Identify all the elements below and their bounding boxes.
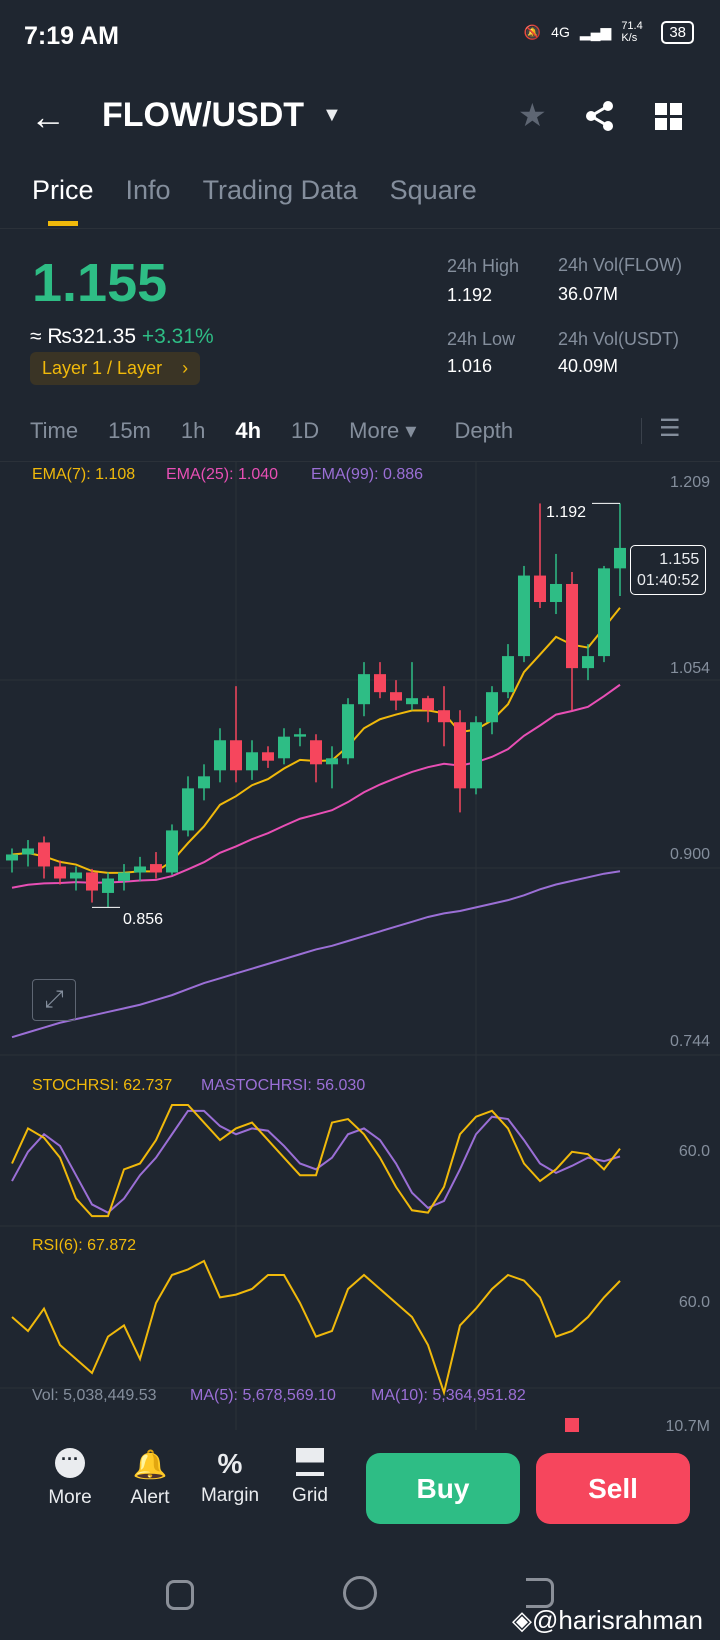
grid-bot-icon — [296, 1448, 324, 1476]
candle-body — [534, 575, 546, 603]
price-axis-label: 0.900 — [669, 846, 710, 863]
candle-body — [406, 698, 418, 705]
rsi-axis-label: 60.0 — [678, 1294, 710, 1311]
candle-body — [102, 878, 114, 893]
mastochrsi-line — [11, 1109, 621, 1214]
candle-body — [342, 704, 354, 759]
candle-body — [518, 575, 530, 657]
candle-body — [246, 752, 258, 771]
candle-body — [22, 848, 34, 855]
candle-body — [86, 872, 98, 891]
price-axis-label: 0.744 — [669, 1033, 710, 1050]
watermark: ◈@harisrahman — [512, 1605, 703, 1636]
candle-body — [134, 866, 146, 873]
candle-body — [486, 692, 498, 723]
watermark-text: @harisrahman — [532, 1605, 703, 1635]
fullscreen-icon[interactable]: ⤢ — [32, 979, 76, 1021]
rsi-line — [11, 1259, 621, 1397]
candle-body — [6, 854, 18, 861]
candle-body — [118, 872, 130, 881]
high-marker: 1.192 — [546, 504, 587, 521]
bell-icon: 🔔 — [132, 1449, 168, 1480]
volume-legend: Vol: 5,038,449.53 — [32, 1387, 157, 1404]
buy-button[interactable]: Buy — [366, 1453, 520, 1524]
margin-icon: % — [217, 1448, 243, 1479]
candle-body — [214, 740, 226, 771]
recent-apps-button[interactable] — [166, 1580, 194, 1610]
price-axis-label: 1.209 — [669, 474, 710, 491]
ema25-line — [11, 683, 621, 889]
ema7-legend: EMA(7): 1.108 — [32, 466, 136, 483]
back-button[interactable] — [526, 1578, 554, 1608]
candle-body — [70, 872, 82, 879]
candle-body — [326, 758, 338, 765]
stochrsi-line — [11, 1104, 621, 1218]
ema25-legend: EMA(25): 1.040 — [166, 466, 279, 483]
candle-body — [566, 583, 578, 669]
home-button[interactable] — [343, 1576, 377, 1610]
candle-body — [166, 830, 178, 873]
rsi-legend: RSI(6): 67.872 — [32, 1237, 137, 1254]
more-button[interactable]: ··· More — [35, 1448, 105, 1509]
ema99-legend: EMA(99): 0.886 — [311, 466, 424, 483]
candle-body — [150, 864, 162, 873]
margin-label: Margin — [200, 1485, 260, 1506]
candle-body — [198, 776, 210, 789]
candle-body — [278, 736, 290, 759]
candle-body — [502, 656, 514, 693]
more-dots-icon: ··· — [55, 1448, 85, 1478]
candle-body — [390, 692, 402, 701]
alert-label: Alert — [130, 1487, 170, 1508]
candle-body — [422, 698, 434, 711]
more-label: More — [48, 1487, 92, 1508]
candle-body — [374, 674, 386, 693]
grid-label: Grid — [292, 1485, 328, 1506]
margin-button[interactable]: % Margin — [195, 1448, 265, 1507]
candle-body — [358, 674, 370, 705]
stoch-axis-label: 60.0 — [678, 1143, 710, 1160]
ma5-legend: MA(5): 5,678,569.10 — [190, 1387, 336, 1404]
candle-body — [614, 547, 626, 569]
candle-body — [454, 722, 466, 789]
candle-body — [38, 842, 50, 867]
mastochrsi-legend: MASTOCHRSI: 56.030 — [201, 1077, 366, 1094]
candle-body — [182, 788, 194, 831]
candle-body — [470, 722, 482, 789]
last-price-marker: 1.155 — [659, 551, 700, 568]
candle-body — [294, 734, 306, 737]
price-axis-label: 1.054 — [669, 660, 710, 677]
candle-body — [262, 752, 274, 761]
low-marker: 0.856 — [123, 911, 164, 928]
alert-button[interactable]: 🔔 Alert — [115, 1448, 185, 1509]
volume-bar — [565, 1418, 579, 1432]
sell-button[interactable]: Sell — [536, 1453, 690, 1524]
binance-logo-icon: ◈ — [512, 1605, 532, 1635]
stochrsi-legend: STOCHRSI: 62.737 — [32, 1077, 173, 1094]
candle-body — [582, 656, 594, 669]
grid-button[interactable]: Grid — [275, 1448, 345, 1507]
candle-body — [550, 583, 562, 603]
ema99-line — [11, 870, 621, 1039]
candle-body — [310, 740, 322, 765]
candle-body — [438, 710, 450, 723]
kline-chart[interactable] — [0, 0, 720, 1440]
last-price-tag: 1.155 01:40:52 — [630, 545, 707, 595]
candle-body — [598, 568, 610, 657]
candle-countdown: 01:40:52 — [637, 572, 700, 589]
ma10-legend: MA(10): 5,364,951.82 — [371, 1387, 526, 1404]
candle-body — [230, 740, 242, 771]
candle-body — [54, 866, 66, 879]
